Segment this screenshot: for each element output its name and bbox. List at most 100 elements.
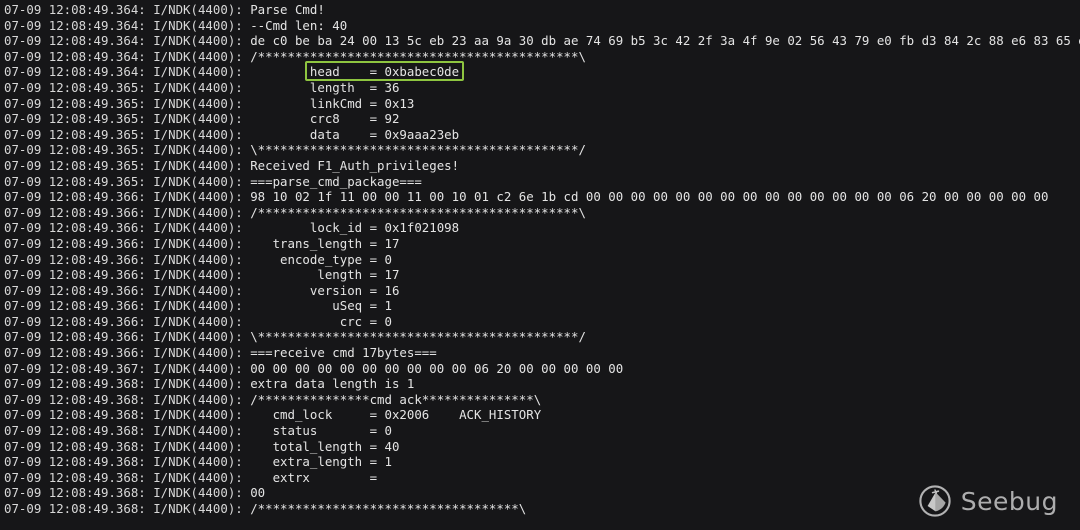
log-tag: I/NDK(4400): — [153, 438, 243, 454]
log-timestamp: 07-09 12:08:49.368: — [4, 438, 146, 454]
log-line: 07-09 12:08:49.366: I/NDK(4400): trans_l… — [4, 236, 1080, 252]
log-gap — [146, 127, 153, 143]
log-gap — [243, 361, 250, 377]
log-gap — [146, 49, 153, 65]
log-gap — [146, 18, 153, 34]
log-message: /***************************************… — [250, 204, 586, 220]
log-tag: I/NDK(4400): — [153, 485, 243, 501]
log-message: version = 16 — [250, 282, 400, 298]
log-gap — [146, 407, 153, 423]
log-line: 07-09 12:08:49.366: I/NDK(4400): length … — [4, 267, 1080, 283]
log-timestamp: 07-09 12:08:49.366: — [4, 220, 146, 236]
log-gap — [243, 64, 250, 80]
log-message: 00 00 00 00 00 00 00 00 00 00 06 20 00 0… — [250, 360, 624, 376]
log-gap — [146, 454, 153, 470]
log-tag: I/NDK(4400): — [153, 407, 243, 423]
log-message: trans_length = 17 — [250, 235, 400, 251]
log-line: 07-09 12:08:49.367: I/NDK(4400): 00 00 0… — [4, 361, 1080, 377]
log-gap — [243, 158, 250, 174]
log-gap — [146, 298, 153, 314]
log-tag: I/NDK(4400): — [153, 220, 243, 236]
log-timestamp: 07-09 12:08:49.365: — [4, 157, 146, 173]
log-message: /***************************************… — [250, 48, 586, 64]
log-gap — [146, 361, 153, 377]
log-tag: I/NDK(4400): — [153, 48, 243, 64]
log-gap — [146, 267, 153, 283]
log-message: data = 0x9aaa23eb — [250, 126, 460, 142]
log-timestamp: 07-09 12:08:49.368: — [4, 485, 146, 501]
log-timestamp: 07-09 12:08:49.364: — [4, 33, 146, 49]
log-tag: I/NDK(4400): — [153, 267, 243, 283]
log-timestamp: 07-09 12:08:49.365: — [4, 142, 146, 158]
log-line: 07-09 12:08:49.366: I/NDK(4400): encode_… — [4, 252, 1080, 268]
log-timestamp: 07-09 12:08:49.364: — [4, 48, 146, 64]
log-tag: I/NDK(4400): — [153, 298, 243, 314]
log-line: 07-09 12:08:49.364: I/NDK(4400): --Cmd l… — [4, 18, 1080, 34]
log-line: 07-09 12:08:49.366: I/NDK(4400): lock_id… — [4, 220, 1080, 236]
seebug-logo-icon — [918, 484, 952, 518]
log-timestamp: 07-09 12:08:49.365: — [4, 111, 146, 127]
log-tag: I/NDK(4400): — [153, 454, 243, 470]
log-message: extrx = — [250, 469, 378, 485]
log-gap — [146, 314, 153, 330]
log-gap — [243, 2, 250, 18]
log-timestamp: 07-09 12:08:49.366: — [4, 345, 146, 361]
log-message: --Cmd len: 40 — [250, 17, 348, 33]
log-gap — [146, 111, 153, 127]
log-message: extra_length = 1 — [250, 454, 392, 470]
log-gap — [243, 267, 250, 283]
log-tag: I/NDK(4400): — [153, 423, 243, 439]
log-message: crc8 = 92 — [250, 111, 400, 127]
log-gap — [243, 329, 250, 345]
log-timestamp: 07-09 12:08:49.365: — [4, 95, 146, 111]
log-gap — [243, 283, 250, 299]
log-line: 07-09 12:08:49.365: I/NDK(4400): linkCmd… — [4, 96, 1080, 112]
log-message: 00 — [250, 485, 266, 501]
log-tag: I/NDK(4400): — [153, 204, 243, 220]
log-line: 07-09 12:08:49.366: I/NDK(4400): 98 10 0… — [4, 189, 1080, 205]
log-gap — [243, 485, 250, 501]
log-gap — [243, 96, 250, 112]
log-timestamp: 07-09 12:08:49.366: — [4, 267, 146, 283]
log-gap — [243, 189, 250, 205]
log-timestamp: 07-09 12:08:49.364: — [4, 17, 146, 33]
log-gap — [146, 376, 153, 392]
log-message: crc = 0 — [250, 313, 392, 329]
log-timestamp: 07-09 12:08:49.366: — [4, 251, 146, 267]
log-tag: I/NDK(4400): — [153, 157, 243, 173]
log-timestamp: 07-09 12:08:49.367: — [4, 360, 146, 376]
log-line: 07-09 12:08:49.366: I/NDK(4400): version… — [4, 283, 1080, 299]
log-line: 07-09 12:08:49.365: I/NDK(4400): crc8 = … — [4, 111, 1080, 127]
log-gap — [243, 470, 250, 486]
log-line: 07-09 12:08:49.366: I/NDK(4400): \******… — [4, 329, 1080, 345]
log-message: Received F1_Auth_privileges! — [250, 157, 460, 173]
log-tag: I/NDK(4400): — [153, 469, 243, 485]
log-gap — [243, 423, 250, 439]
log-line: 07-09 12:08:49.368: I/NDK(4400): cmd_loc… — [4, 407, 1080, 423]
log-line: 07-09 12:08:49.366: I/NDK(4400): /******… — [4, 205, 1080, 221]
log-timestamp: 07-09 12:08:49.366: — [4, 329, 146, 345]
log-line: 07-09 12:08:49.366: I/NDK(4400): crc = 0 — [4, 314, 1080, 330]
log-timestamp: 07-09 12:08:49.366: — [4, 189, 146, 205]
log-gap — [146, 80, 153, 96]
log-gap — [146, 189, 153, 205]
log-timestamp: 07-09 12:08:49.368: — [4, 501, 146, 516]
log-line: 07-09 12:08:49.365: I/NDK(4400): Receive… — [4, 158, 1080, 174]
log-gap — [243, 252, 250, 268]
log-line: 07-09 12:08:49.364: I/NDK(4400): Parse C… — [4, 2, 1080, 18]
log-line: 07-09 12:08:49.365: I/NDK(4400): \******… — [4, 142, 1080, 158]
log-message: length = 17 — [250, 267, 400, 283]
log-line: 07-09 12:08:49.366: I/NDK(4400): uSeq = … — [4, 298, 1080, 314]
log-line: 07-09 12:08:49.368: I/NDK(4400): status … — [4, 423, 1080, 439]
log-gap — [146, 142, 153, 158]
log-output[interactable]: 07-09 12:08:49.364: I/NDK(4400): Parse C… — [4, 2, 1080, 517]
log-gap — [243, 298, 250, 314]
log-message: /***********************************\ — [250, 501, 527, 516]
log-viewer: 07-09 12:08:49.364: I/NDK(4400): Parse C… — [0, 0, 1080, 530]
log-gap — [146, 283, 153, 299]
log-tag: I/NDK(4400): — [153, 235, 243, 251]
log-gap — [243, 18, 250, 34]
log-message: Parse Cmd! — [250, 2, 325, 17]
log-gap — [243, 407, 250, 423]
log-timestamp: 07-09 12:08:49.368: — [4, 469, 146, 485]
